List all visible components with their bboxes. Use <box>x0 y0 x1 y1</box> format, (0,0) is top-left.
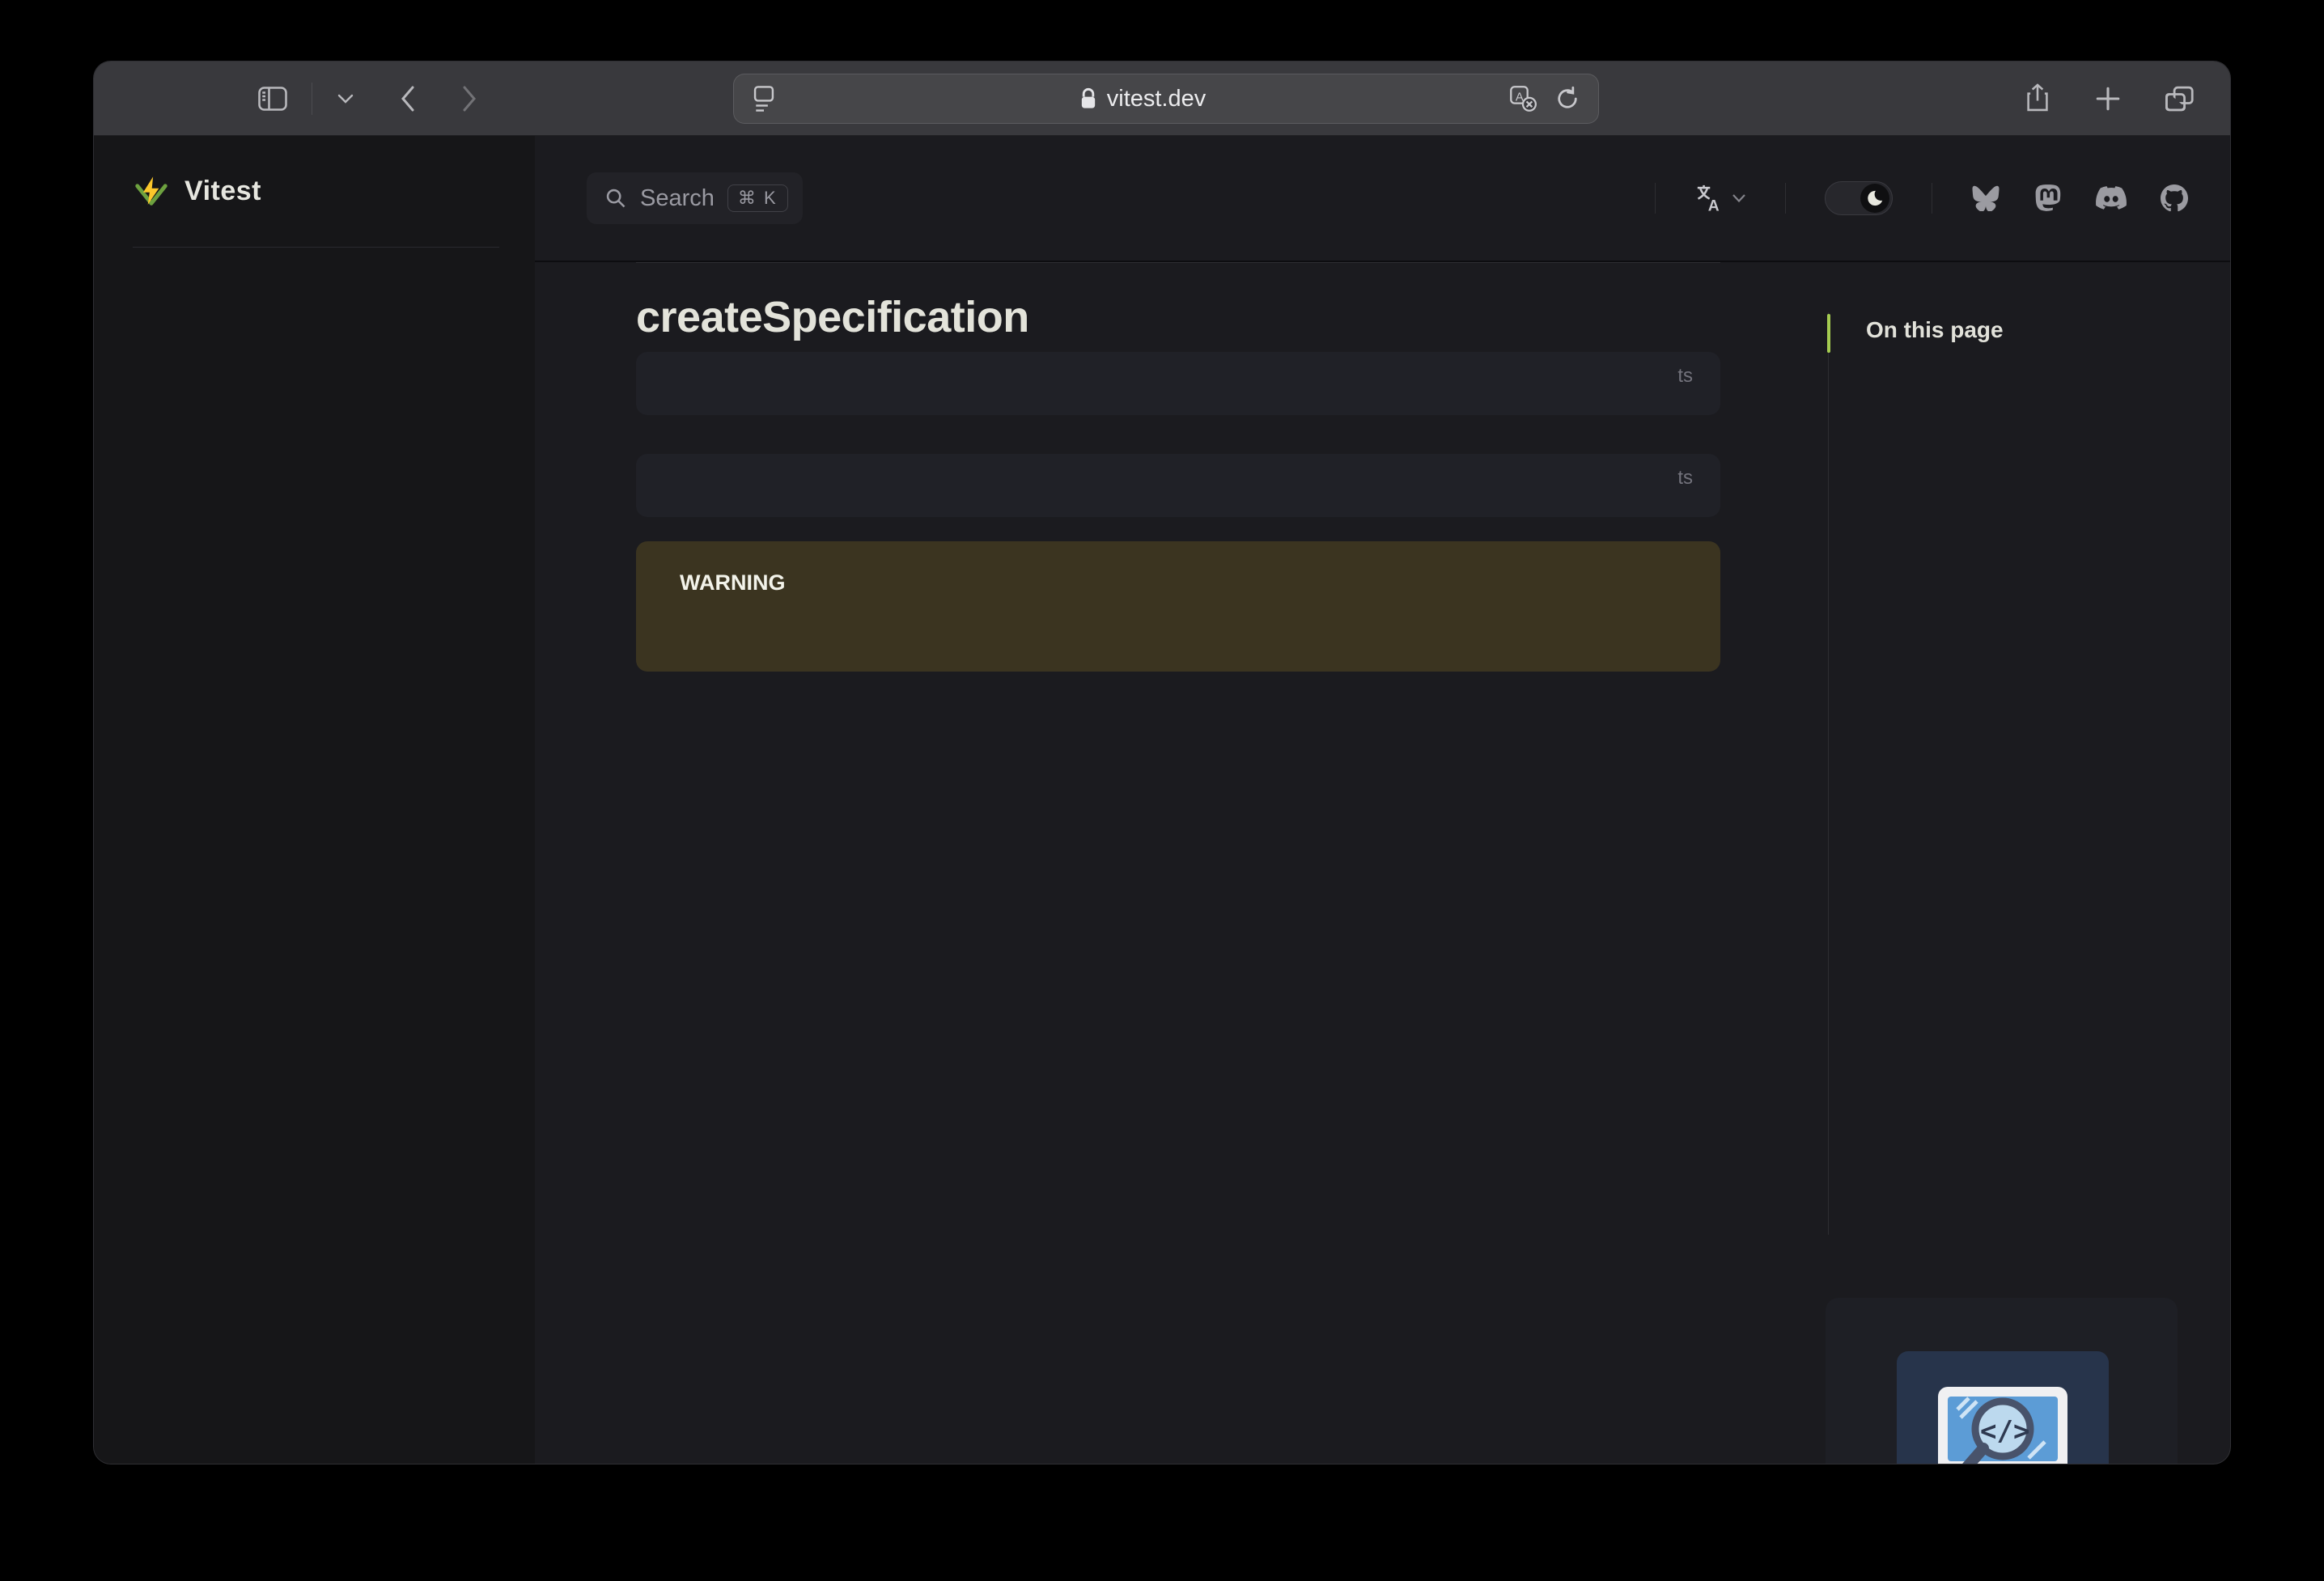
code-lang-badge: ts <box>1677 467 1693 489</box>
on-this-page: On this page <box>1821 262 2202 1235</box>
code-monitor-icon: </> <box>1938 1387 2067 1464</box>
sponsor-illustration: </> <box>1897 1351 2109 1464</box>
docs-sidebar: Vitest <box>94 136 535 1464</box>
code-block-example: ts <box>636 454 1720 517</box>
reload-icon[interactable] <box>1554 86 1580 112</box>
search-label: Search <box>640 184 715 211</box>
site-title: Vitest <box>184 176 261 206</box>
outline-active-marker <box>1827 314 1830 353</box>
svg-text:A: A <box>1708 197 1720 213</box>
url-text: vitest.dev <box>776 86 1509 112</box>
page-heading: createSpecification <box>636 262 1720 342</box>
site-navbar: Search ⌘ K A <box>535 136 2230 262</box>
forward-button[interactable] <box>461 85 477 112</box>
warning-title: WARNING <box>680 570 786 595</box>
navbar-divider <box>1655 183 1656 214</box>
maximize-window-button[interactable] <box>202 88 223 108</box>
address-bar[interactable]: vitest.dev A <box>733 74 1599 124</box>
language-menu[interactable]: A <box>1694 184 1746 213</box>
doc-content: createSpecification ts ts WARNING <box>636 262 1720 672</box>
moon-icon <box>1860 184 1889 213</box>
translate-page-icon[interactable]: A <box>1509 85 1537 112</box>
search-shortcut: ⌘ K <box>727 184 788 212</box>
new-tab-icon[interactable] <box>2094 85 2122 112</box>
browser-toolbar: vitest.dev A <box>94 61 2230 136</box>
code-block-signature: ts <box>636 352 1720 415</box>
github-icon[interactable] <box>2161 184 2188 212</box>
theme-toggle[interactable] <box>1825 181 1893 215</box>
close-window-button[interactable] <box>129 88 150 108</box>
vitest-logo-icon <box>135 176 168 206</box>
tab-overview-icon[interactable] <box>2165 85 2195 112</box>
window-controls <box>129 88 223 108</box>
back-button[interactable] <box>400 85 416 112</box>
navbar-divider <box>1785 183 1786 214</box>
tab-group-chevron-icon[interactable] <box>337 93 354 104</box>
site-logo[interactable]: Vitest <box>133 136 499 248</box>
translations-icon: A <box>1697 184 1720 213</box>
reader-icon[interactable] <box>752 85 776 112</box>
browser-window: vitest.dev A Vitest Search ⌘ K A createS… <box>93 61 2231 1464</box>
sidebar-toggle-icon[interactable] <box>258 86 287 111</box>
lock-icon <box>1081 87 1095 108</box>
search-button[interactable]: Search ⌘ K <box>587 172 803 224</box>
on-this-page-title: On this page <box>1866 317 2004 342</box>
chevron-down-icon <box>1732 193 1746 203</box>
mastodon-icon[interactable] <box>2034 184 2062 213</box>
bluesky-icon[interactable] <box>1971 185 2000 211</box>
sponsor-card[interactable]: </> <box>1826 1298 2178 1464</box>
minimize-window-button[interactable] <box>166 88 186 108</box>
search-icon <box>606 189 626 208</box>
discord-icon[interactable] <box>2096 186 2127 210</box>
svg-text:</>: </> <box>1980 1415 2029 1447</box>
code-lang-badge: ts <box>1677 365 1693 387</box>
warning-callout: WARNING <box>636 541 1720 672</box>
outline-track <box>1828 312 1829 1235</box>
share-icon[interactable] <box>2025 83 2050 114</box>
